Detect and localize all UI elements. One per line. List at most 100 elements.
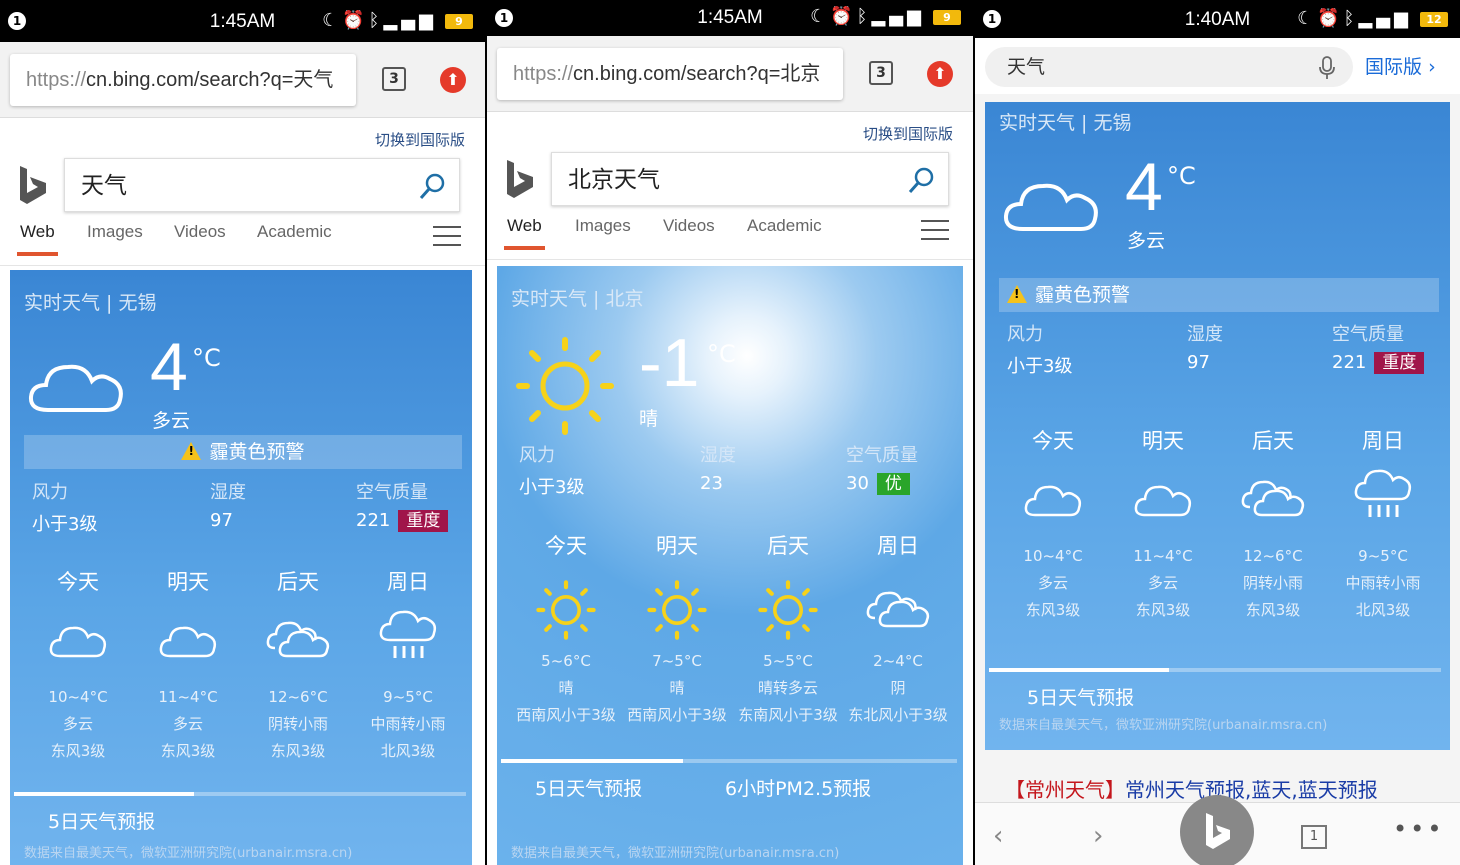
browser-toolbar: https://cn.bing.com/search?q=天气 3 ⬆ (0, 42, 485, 118)
tab-images[interactable]: Images (87, 222, 143, 242)
back-icon[interactable]: ‹ (993, 821, 1003, 851)
forward-icon[interactable]: › (1093, 821, 1103, 851)
forecast-tab-indicator (14, 792, 466, 796)
forecast-cond: 多云 (62, 715, 93, 733)
bing-logo-icon[interactable] (505, 160, 535, 200)
cloud-rain-light-icon (1241, 480, 1305, 517)
search-input[interactable]: 北京天气 (551, 152, 949, 206)
upload-arrow-icon[interactable]: ⬆ (927, 61, 953, 87)
tab-pm25-forecast[interactable]: 6小时PM2.5预报 (725, 774, 871, 801)
search-icon[interactable] (908, 166, 936, 194)
weather-card[interactable]: 实时天气 | 无锡 4 °C 多云 霾黄色预警 风力小于3级 湿度 97 空气质量… (985, 102, 1450, 750)
address-bar[interactable]: https://cn.bing.com/search?q=天气 (10, 54, 356, 106)
tab-5day-forecast[interactable]: 5日天气预报 (535, 774, 642, 801)
forecast-wind: 北风3级 (1355, 601, 1411, 619)
screen-3: 1 1:40AM ☾⏰ᛒ▂▄▆ 12 天气 国际版 › 实时天气 | 无锡 4 … (975, 0, 1460, 865)
forecast-wind: 东风3级 (50, 742, 106, 760)
nav-tabs: Web Images Videos Academic (504, 216, 963, 256)
weather-alert[interactable]: 霾黄色预警 (24, 435, 462, 469)
forecast-temp: 12~6°C (268, 688, 328, 706)
rain-icon (379, 610, 437, 658)
bing-header: 切换到国际版 天气 Web Images Videos Academic (0, 118, 485, 266)
bing-header: 切换到国际版 北京天气 Web Images Videos Academic (487, 112, 973, 260)
forecast-wind: 东风3级 (160, 742, 216, 760)
more-icon[interactable]: ••• (1393, 815, 1444, 843)
forecast-day: 今天 10~4°C 多云 东风3级 (23, 566, 133, 765)
bing-logo-icon[interactable] (18, 166, 48, 206)
tab-web[interactable]: Web (504, 216, 545, 250)
switch-international-link[interactable]: 切换到国际版 (375, 129, 465, 150)
weather-card[interactable]: 实时天气 | 北京 -1 °C 晴 风力 小于3级 湿度 23 空气质量 30 优 今天… (497, 266, 963, 865)
search-icon[interactable] (419, 172, 447, 200)
weather-alert[interactable]: 霾黄色预警 (999, 278, 1439, 312)
tab-academic[interactable]: Academic (747, 216, 822, 236)
rain-icon (1354, 469, 1412, 517)
humidity-value: 23 (700, 473, 723, 494)
forecast-day-label: 周日 (877, 534, 919, 558)
menu-icon[interactable] (921, 220, 949, 242)
tab-count-button[interactable]: 1 (1301, 825, 1327, 849)
sun-icon (516, 337, 614, 435)
cloud-rain-light-icon (266, 621, 330, 658)
switch-international-link[interactable]: 切换到国际版 (863, 123, 953, 144)
forecast-day: 周日 2~4°C 阴 东北风小于3级 (843, 530, 953, 729)
weather-title: 实时天气 | 北京 (511, 288, 644, 310)
forecast-cond: 晴 (669, 679, 685, 697)
url-domain: cn.bing.com/search?q=北京 (573, 63, 821, 85)
forecast-cond: 中雨转小雨 (1345, 574, 1421, 592)
tab-videos[interactable]: Videos (174, 222, 226, 242)
tab-images[interactable]: Images (575, 216, 631, 236)
warning-icon (181, 442, 202, 460)
tab-web[interactable]: Web (17, 222, 58, 256)
status-bar: 1 1:40AM ☾⏰ᛒ▂▄▆ 12 (975, 0, 1460, 38)
search-input[interactable]: 天气 (64, 158, 460, 212)
forecast-day: 明天 11~4°C 多云 东风3级 (133, 566, 243, 765)
tab-5day-forecast[interactable]: 5日天气预报 (48, 807, 155, 834)
forecast-cond: 阴转小雨 (1242, 574, 1303, 592)
humidity-value: 97 (1187, 352, 1210, 373)
tab-count-button[interactable]: 3 (382, 67, 406, 91)
forecast-temp: 9~5°C (1358, 547, 1408, 565)
search-input[interactable]: 天气 (985, 47, 1353, 87)
weather-card[interactable]: 实时天气 | 无锡 4 °C 多云 霾黄色预警 风力小于3级 湿度 97 空气质量… (10, 270, 472, 865)
forecast-day: 周日 9~5°C 中雨转小雨 北风3级 (1328, 425, 1438, 624)
forecast-day-label: 今天 (57, 570, 99, 594)
forecast-temp: 2~4°C (873, 652, 923, 670)
forecast-day-label: 今天 (1032, 429, 1074, 453)
forecast-cond: 晴转多云 (757, 679, 818, 697)
tab-5day-forecast[interactable]: 5日天气预报 (1027, 683, 1134, 710)
battery-icon: 9 (445, 14, 473, 29)
cloud-icon (159, 626, 217, 658)
aqi-stat: 空气质量 221 重度 (1332, 320, 1425, 374)
forecast-cond: 阴转小雨 (267, 715, 328, 733)
aqi-level-badge: 优 (876, 473, 910, 495)
screen-1: 1 1:45AM ☾⏰ᛒ▂▄▆ 9 https://cn.bing.com/se… (0, 0, 485, 865)
microphone-icon[interactable] (1319, 56, 1335, 80)
url-prefix: https:// (513, 63, 574, 85)
bing-logo-icon (1206, 813, 1230, 849)
status-icons: ☾⏰ᛒ▂▄▆ (322, 10, 437, 31)
tab-academic[interactable]: Academic (257, 222, 332, 242)
forecast-day-label: 明天 (167, 570, 209, 594)
forecast-tab-indicator (989, 668, 1441, 672)
humidity-value: 97 (210, 510, 233, 531)
tab-count-button[interactable]: 3 (869, 61, 893, 85)
current-temp: 4 (1125, 149, 1163, 225)
wind-label: 风力 (1007, 324, 1043, 345)
upload-arrow-icon[interactable]: ⬆ (440, 67, 466, 93)
forecast-tab-indicator (501, 759, 957, 763)
menu-icon[interactable] (433, 226, 461, 248)
alert-text: 霾黄色预警 (209, 441, 305, 463)
weather-title: 实时天气 | 无锡 (24, 292, 157, 314)
data-source: 数据来自最美天气，微软亚洲研究院(urbanair.msra.cn) (999, 718, 1328, 733)
wind-value: 小于3级 (1007, 356, 1073, 377)
result-link-bracket: 【常州天气】 (1005, 778, 1125, 802)
forecast-temp: 5~5°C (763, 652, 813, 670)
forecast-cond: 阴 (890, 679, 906, 697)
tab-videos[interactable]: Videos (663, 216, 715, 236)
international-link[interactable]: 国际版 › (1365, 52, 1436, 79)
bing-home-button[interactable] (1180, 795, 1254, 865)
address-bar[interactable]: https://cn.bing.com/search?q=北京 (497, 48, 843, 100)
status-bar: 1 1:45AM ☾⏰ᛒ▂▄▆ 9 (487, 0, 973, 36)
battery-icon: 12 (1420, 12, 1448, 27)
